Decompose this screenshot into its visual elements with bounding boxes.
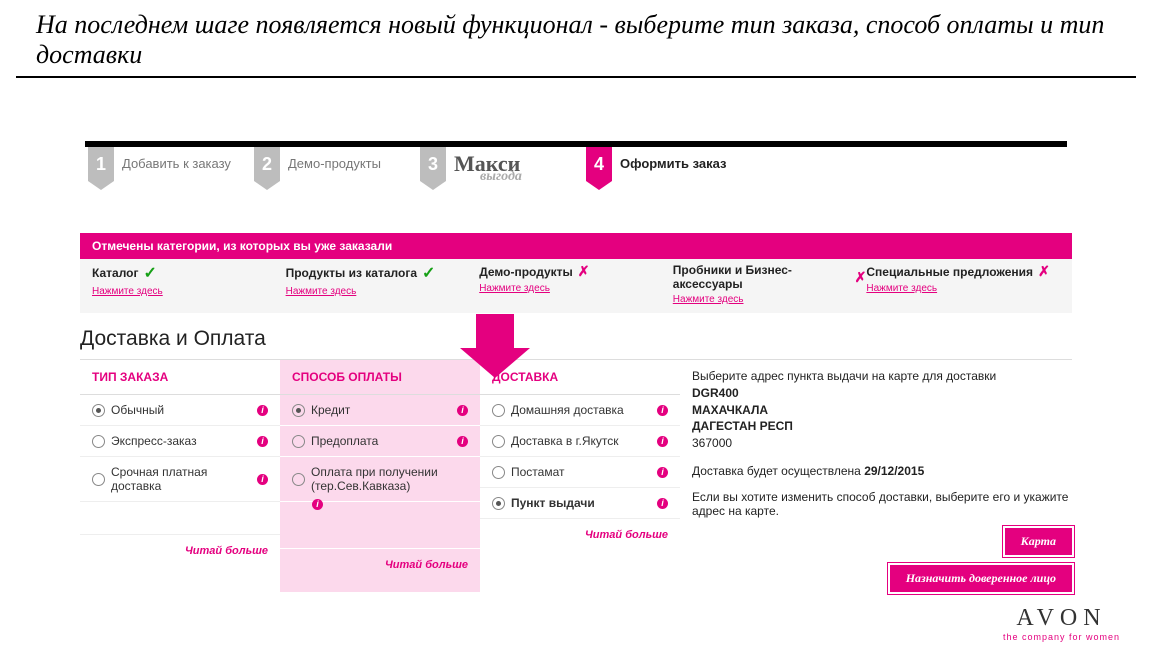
category-link[interactable]: Нажмите здесь bbox=[92, 286, 163, 297]
check-icon: ✓ bbox=[422, 263, 435, 283]
section-title: Доставка и Оплата bbox=[80, 327, 1072, 351]
slide-heading: На последнем шаге появляется новый функц… bbox=[16, 0, 1136, 78]
option-credit[interactable]: Кредитi bbox=[280, 395, 480, 426]
option-postamat[interactable]: Постаматi bbox=[480, 457, 680, 488]
highlight-arrow-icon bbox=[460, 314, 530, 384]
category-item: Пробники и Бизнес-аксессуары✗Нажмите зде… bbox=[673, 263, 867, 305]
read-more-link[interactable]: Читай больше bbox=[280, 549, 480, 581]
ordered-categories-banner: Отмечены категории, из которых вы уже за… bbox=[80, 233, 1072, 259]
category-link[interactable]: Нажмите здесь bbox=[866, 283, 937, 294]
radio-icon bbox=[292, 473, 305, 486]
map-button[interactable]: Карта bbox=[1005, 528, 1072, 555]
column-header: СПОСОБ ОПЛАТЫ bbox=[280, 360, 480, 395]
column-header: ТИП ЗАКАЗА bbox=[80, 360, 280, 395]
info-icon[interactable]: i bbox=[657, 498, 668, 509]
radio-icon bbox=[492, 435, 505, 448]
proxy-button[interactable]: Назначить доверенное лицо bbox=[890, 565, 1072, 592]
option-yakutsk[interactable]: Доставка в г.Якутскi bbox=[480, 426, 680, 457]
radio-icon bbox=[492, 404, 505, 417]
radio-icon bbox=[492, 497, 505, 510]
category-link[interactable]: Нажмите здесь bbox=[286, 286, 357, 297]
cross-icon: ✗ bbox=[578, 263, 590, 280]
option-pickup[interactable]: Пункт выдачиi bbox=[480, 488, 680, 519]
category-item: Каталог✓Нажмите здесь bbox=[92, 263, 286, 305]
radio-icon bbox=[92, 404, 105, 417]
radio-icon bbox=[292, 435, 305, 448]
category-link[interactable]: Нажмите здесь bbox=[673, 294, 744, 305]
address-zip: 367000 bbox=[692, 436, 732, 450]
step-4[interactable]: 4 Оформить заказ bbox=[578, 141, 744, 191]
avon-logo: AVON bbox=[1003, 605, 1120, 632]
step-1[interactable]: 1 Добавить к заказу bbox=[80, 141, 246, 191]
order-type-column: ТИП ЗАКАЗА Обычныйi Экспресс-заказi Сроч… bbox=[80, 360, 280, 592]
read-more-link[interactable]: Читай больше bbox=[80, 535, 280, 567]
categories-row: Каталог✓Нажмите здесь Продукты из катало… bbox=[80, 259, 1072, 313]
avon-brand: AVON the company for women bbox=[1003, 605, 1120, 642]
category-item: Продукты из каталога✓Нажмите здесь bbox=[286, 263, 480, 305]
delivery-date: Доставка будет осуществлена 29/12/2015 bbox=[692, 464, 1072, 478]
step-flag-3: 3 bbox=[420, 147, 446, 181]
info-icon[interactable]: i bbox=[312, 499, 323, 510]
step-flag-2: 2 bbox=[254, 147, 280, 181]
option-urgent[interactable]: Срочная платная доставкаi bbox=[80, 457, 280, 502]
info-icon[interactable]: i bbox=[657, 467, 668, 478]
radio-icon bbox=[92, 435, 105, 448]
option-prepay[interactable]: Предоплатаi bbox=[280, 426, 480, 457]
step-3[interactable]: 3 Максивыгода bbox=[412, 141, 578, 191]
cross-icon: ✗ bbox=[855, 269, 867, 286]
step-flag-1: 1 bbox=[88, 147, 114, 181]
category-item: Демо-продукты✗Нажмите здесь bbox=[479, 263, 673, 305]
info-icon[interactable]: i bbox=[257, 474, 268, 485]
info-icon[interactable]: i bbox=[457, 405, 468, 416]
info-icon[interactable]: i bbox=[657, 436, 668, 447]
change-info: Если вы хотите изменить способ доставки,… bbox=[692, 490, 1072, 518]
address-intro: Выберите адрес пункта выдачи на карте дл… bbox=[692, 368, 1072, 385]
info-icon[interactable]: i bbox=[457, 436, 468, 447]
check-icon: ✓ bbox=[144, 263, 157, 283]
address-column: Выберите адрес пункта выдачи на карте дл… bbox=[680, 360, 1072, 592]
info-icon[interactable]: i bbox=[257, 436, 268, 447]
step-2[interactable]: 2 Демо-продукты bbox=[246, 141, 412, 191]
step-label: Демо-продукты bbox=[288, 156, 381, 172]
delivery-column: ДОСТАВКА Домашняя доставкаi Доставка в г… bbox=[480, 360, 680, 592]
category-item: Специальные предложения✗Нажмите здесь bbox=[866, 263, 1060, 305]
payment-column: СПОСОБ ОПЛАТЫ Кредитi Предоплатаi Оплата… bbox=[280, 360, 480, 592]
step-tabs: 1 Добавить к заказу 2 Демо-продукты 3 Макси… bbox=[80, 138, 1072, 191]
avon-tagline: the company for women bbox=[1003, 632, 1120, 642]
option-home[interactable]: Домашняя доставкаi bbox=[480, 395, 680, 426]
info-icon[interactable]: i bbox=[257, 405, 268, 416]
read-more-link[interactable]: Читай больше bbox=[480, 519, 680, 551]
step-label: Оформить заказ bbox=[620, 156, 726, 172]
option-express[interactable]: Экспресс-заказi bbox=[80, 426, 280, 457]
option-ordinary[interactable]: Обычныйi bbox=[80, 395, 280, 426]
address-region: ДАГЕСТАН РЕСП bbox=[692, 419, 793, 433]
step-label: Добавить к заказу bbox=[122, 156, 231, 172]
radio-icon bbox=[292, 404, 305, 417]
radio-icon bbox=[492, 466, 505, 479]
cross-icon: ✗ bbox=[1038, 263, 1050, 280]
info-icon[interactable]: i bbox=[657, 405, 668, 416]
maxi-label: Максивыгода bbox=[454, 151, 520, 177]
radio-icon bbox=[92, 473, 105, 486]
address-code: DGR400 bbox=[692, 386, 739, 400]
category-link[interactable]: Нажмите здесь bbox=[479, 283, 550, 294]
address-city: МАХАЧКАЛА bbox=[692, 403, 768, 417]
step-flag-4: 4 bbox=[586, 147, 612, 181]
